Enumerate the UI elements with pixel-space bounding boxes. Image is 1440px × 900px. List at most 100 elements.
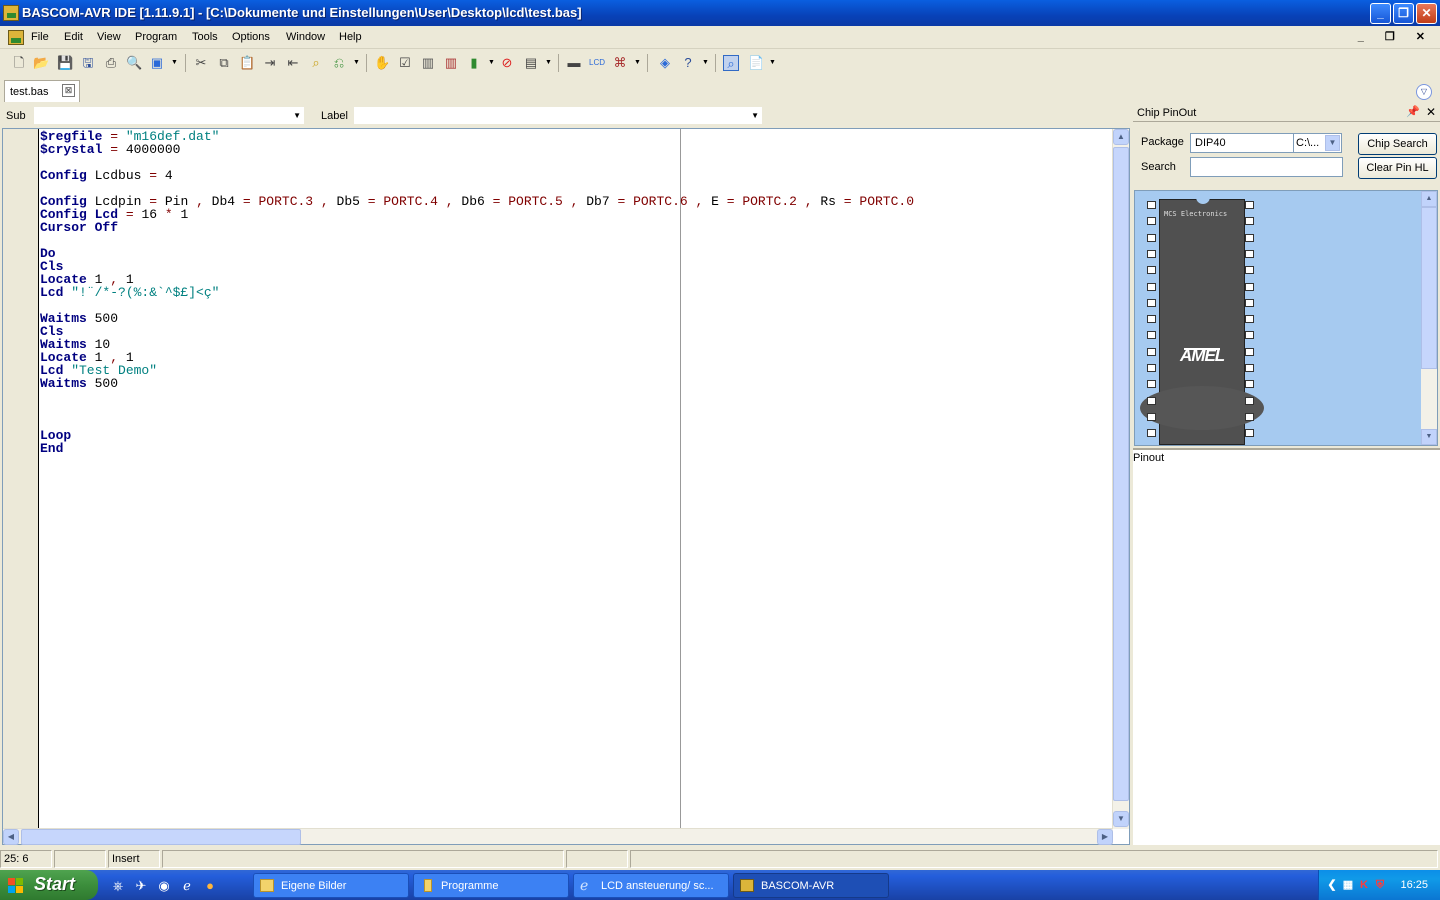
menu-options[interactable]: Options: [232, 31, 270, 43]
chip-pin[interactable]: [1245, 347, 1254, 356]
code-line[interactable]: Config Lcd = 16 * 1: [40, 208, 914, 221]
tray-back-icon[interactable]: ❮: [1325, 878, 1339, 892]
code-line[interactable]: [40, 299, 914, 312]
simulator-icon[interactable]: ▤: [523, 55, 539, 71]
chip-pin[interactable]: [1245, 201, 1254, 209]
chip-body[interactable]: MCS Electronics AMEL: [1140, 196, 1264, 445]
menu-help[interactable]: Help: [339, 31, 362, 43]
chip-pin[interactable]: [1245, 429, 1254, 438]
chip-pin[interactable]: [1147, 298, 1156, 307]
chip-pin[interactable]: [1147, 217, 1156, 226]
find-icon[interactable]: ▣: [149, 55, 165, 71]
replace-dropdown-icon[interactable]: ▼: [353, 59, 360, 66]
help-dropdown-icon[interactable]: ▼: [702, 59, 709, 66]
code-line[interactable]: Cursor Off: [40, 221, 914, 234]
chevron-down-icon[interactable]: ▼: [751, 111, 759, 120]
code-line[interactable]: Lcd "!¨/*-?(%:&`^$£]<ç": [40, 286, 914, 299]
code-line[interactable]: Do: [40, 247, 914, 260]
chip-pin[interactable]: [1147, 396, 1156, 405]
media-quicklaunch-icon[interactable]: ✈: [133, 878, 149, 894]
code-line[interactable]: Lcd "Test Demo": [40, 364, 914, 377]
copy-icon[interactable]: ⧉: [216, 55, 232, 71]
desktop-quicklaunch-icon[interactable]: ⎈: [110, 878, 126, 894]
code-line[interactable]: [40, 390, 914, 403]
code-line[interactable]: [40, 403, 914, 416]
paste-icon[interactable]: 📋: [239, 55, 255, 71]
chip-pin[interactable]: [1245, 282, 1254, 291]
program-dropdown-icon[interactable]: ▼: [488, 59, 495, 66]
chip-pin[interactable]: [1147, 266, 1156, 275]
chip-pin[interactable]: [1245, 298, 1254, 307]
chip-pin[interactable]: [1147, 249, 1156, 258]
chip-pin[interactable]: [1147, 380, 1156, 389]
chip-search-button[interactable]: Chip Search: [1358, 133, 1437, 155]
player-quicklaunch-icon[interactable]: ◉: [156, 878, 172, 894]
package-select[interactable]: DIP40 C:\... ▼: [1190, 133, 1342, 153]
chip-pin[interactable]: [1245, 266, 1254, 275]
menu-edit[interactable]: Edit: [64, 31, 83, 43]
code-line[interactable]: Config Lcdbus = 4: [40, 169, 914, 182]
label-combo[interactable]: ▼: [354, 107, 762, 124]
sub-combo[interactable]: ▼: [34, 107, 304, 124]
scroll-up-icon[interactable]: ▲: [1113, 129, 1129, 145]
chip-pin[interactable]: [1147, 347, 1156, 356]
simulator-dropdown-icon[interactable]: ▼: [545, 59, 552, 66]
close-icon[interactable]: ✕: [1426, 105, 1436, 119]
chip-pin[interactable]: [1245, 412, 1254, 421]
syntax-check-icon[interactable]: ☑: [397, 55, 413, 71]
code-area[interactable]: $regfile = "m16def.dat" $crystal = 400000…: [40, 130, 914, 455]
chip-pin[interactable]: [1147, 412, 1156, 421]
chip-view[interactable]: MCS Electronics AMEL ▲ ▼: [1134, 190, 1438, 446]
minimize-button[interactable]: _: [1370, 3, 1391, 24]
pinout-icon[interactable]: ⌕: [723, 55, 739, 71]
code-line[interactable]: $crystal = 4000000: [40, 143, 914, 156]
close-button[interactable]: ✕: [1416, 3, 1437, 24]
firefox-quicklaunch-icon[interactable]: ●: [202, 878, 218, 894]
chip-pin[interactable]: [1245, 396, 1254, 405]
chip-icon[interactable]: ▥: [420, 55, 436, 71]
code-line[interactable]: Waitms 500: [40, 312, 914, 325]
stop-icon[interactable]: ⊘: [499, 55, 515, 71]
document-menu-icon[interactable]: [8, 30, 24, 45]
scroll-right-icon[interactable]: ▶: [1097, 829, 1113, 845]
code-editor[interactable]: $regfile = "m16def.dat" $crystal = 400000…: [2, 128, 1130, 845]
code-line[interactable]: Cls: [40, 260, 914, 273]
code-line[interactable]: Waitms 10: [40, 338, 914, 351]
indent-icon[interactable]: ⇥: [262, 55, 278, 71]
chip-pin[interactable]: [1147, 331, 1156, 340]
chip-pin[interactable]: [1245, 331, 1254, 340]
open-file-icon[interactable]: 📂: [33, 55, 49, 71]
scroll-thumb[interactable]: [1421, 207, 1437, 369]
chip-search-input[interactable]: [1190, 157, 1343, 177]
chip-pin[interactable]: [1245, 364, 1254, 372]
save-as-icon[interactable]: 🖫: [80, 55, 96, 71]
pdf-icon[interactable]: 📄: [748, 55, 764, 71]
chip-red-icon[interactable]: ▥: [443, 55, 459, 71]
chip-pin[interactable]: [1245, 249, 1254, 258]
terminal-icon[interactable]: ▬: [566, 55, 582, 71]
compile-icon[interactable]: ✋: [374, 55, 390, 71]
tabs-dropdown-icon[interactable]: ▽: [1416, 84, 1432, 100]
chip-pin[interactable]: [1147, 282, 1156, 291]
bluetooth-icon[interactable]: ⌘: [612, 55, 628, 71]
network-icon[interactable]: ▦: [1341, 878, 1355, 892]
lcd-icon[interactable]: LCD: [589, 55, 605, 71]
print-preview-icon[interactable]: 🔍: [126, 55, 142, 71]
scroll-thumb[interactable]: [21, 829, 301, 845]
scroll-left-icon[interactable]: ◀: [3, 829, 19, 845]
find-dropdown-icon[interactable]: ▼: [171, 59, 178, 66]
chevron-down-icon[interactable]: ▼: [1325, 135, 1340, 151]
code-line[interactable]: [40, 416, 914, 429]
save-icon[interactable]: 💾: [57, 55, 73, 71]
menu-view[interactable]: View: [97, 31, 121, 43]
tab-test-bas[interactable]: test.bas ⊠: [4, 80, 80, 102]
chip-pin[interactable]: [1147, 429, 1156, 438]
chip-pin[interactable]: [1245, 315, 1254, 324]
code-line[interactable]: Loop: [40, 429, 914, 442]
chip-pin[interactable]: [1245, 217, 1254, 226]
cut-icon[interactable]: ✂: [193, 55, 209, 71]
scroll-up-icon[interactable]: ▲: [1421, 191, 1437, 207]
clear-pin-hl-button[interactable]: Clear Pin HL: [1358, 157, 1437, 179]
code-line[interactable]: [40, 234, 914, 247]
antivirus-icon[interactable]: K: [1357, 878, 1371, 892]
